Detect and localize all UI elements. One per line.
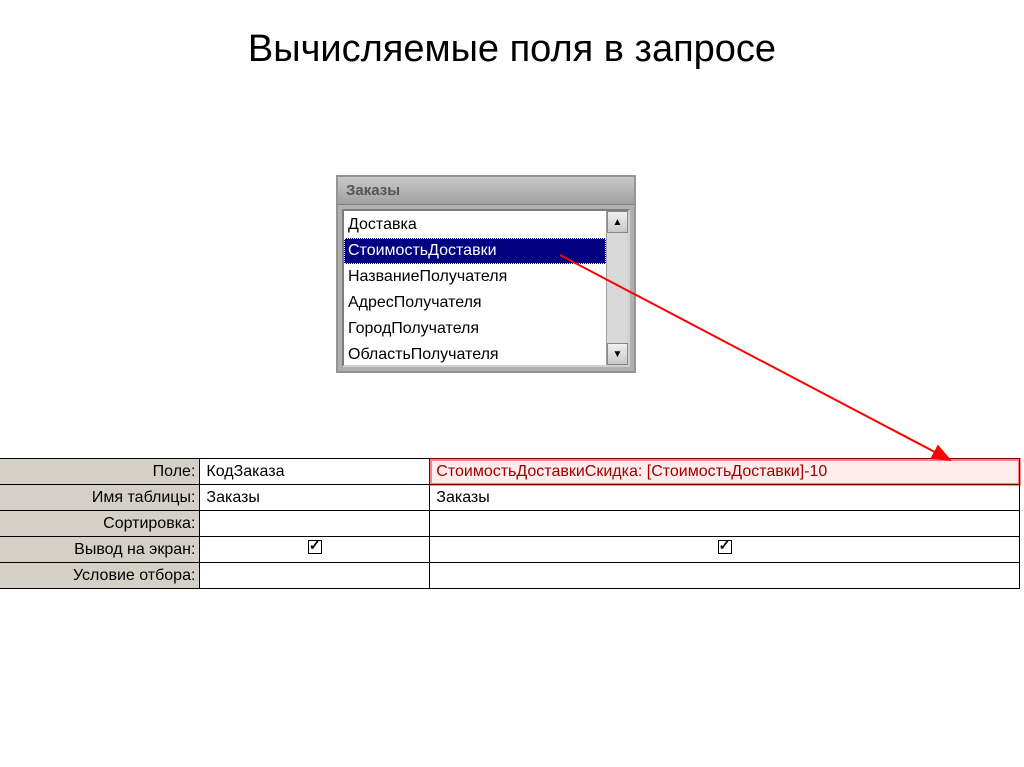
row-label-field: Поле:	[0, 459, 200, 485]
field-item[interactable]: НазваниеПолучателя	[344, 264, 606, 290]
table-title-bar: Заказы	[338, 177, 634, 205]
field-item[interactable]: АдресПолучателя	[344, 290, 606, 316]
grid-row-table: Имя таблицы: Заказы Заказы	[0, 485, 1020, 511]
cell-criteria-col2[interactable]	[430, 563, 1020, 589]
triangle-down-icon: ▼	[613, 349, 623, 360]
scroll-down-button[interactable]: ▼	[607, 343, 628, 365]
field-list[interactable]: ДоставкаСтоимостьДоставкиНазваниеПолучат…	[344, 211, 606, 365]
field-item[interactable]: ОбластьПолучателя	[344, 342, 606, 365]
cell-show-col2[interactable]	[430, 537, 1020, 563]
row-label-criteria: Условие отбора:	[0, 563, 200, 589]
cell-field-col1[interactable]: КодЗаказа	[200, 459, 430, 485]
cell-show-col1[interactable]	[200, 537, 430, 563]
slide-title: Вычисляемые поля в запросе	[0, 0, 1024, 71]
cell-sort-col1[interactable]	[200, 511, 430, 537]
query-design-grid: Поле: КодЗаказа СтоимостьДоставкиСкидка:…	[0, 458, 1020, 589]
grid-row-field: Поле: КодЗаказа СтоимостьДоставкиСкидка:…	[0, 459, 1020, 485]
grid-row-show: Вывод на экран:	[0, 537, 1020, 563]
table-body: ДоставкаСтоимостьДоставкиНазваниеПолучат…	[342, 209, 630, 367]
checkbox-icon[interactable]	[718, 540, 732, 554]
row-label-show: Вывод на экран:	[0, 537, 200, 563]
field-item[interactable]: Доставка	[344, 212, 606, 238]
scrollbar[interactable]: ▲ ▼	[606, 211, 628, 365]
cell-table-col2[interactable]: Заказы	[430, 485, 1020, 511]
field-item[interactable]: ГородПолучателя	[344, 316, 606, 342]
cell-table-col1[interactable]: Заказы	[200, 485, 430, 511]
row-label-sort: Сортировка:	[0, 511, 200, 537]
grid-row-sort: Сортировка:	[0, 511, 1020, 537]
cell-criteria-col1[interactable]	[200, 563, 430, 589]
cell-field-col2[interactable]: СтоимостьДоставкиСкидка: [СтоимостьДоста…	[430, 459, 1020, 485]
grid-row-criteria: Условие отбора:	[0, 563, 1020, 589]
triangle-up-icon: ▲	[613, 217, 623, 228]
arrow-annotation	[0, 0, 1024, 767]
field-item[interactable]: СтоимостьДоставки	[344, 238, 606, 264]
table-widget: Заказы ДоставкаСтоимостьДоставкиНазвание…	[336, 175, 636, 373]
scroll-up-button[interactable]: ▲	[607, 211, 628, 233]
checkbox-icon[interactable]	[308, 540, 322, 554]
row-label-table: Имя таблицы:	[0, 485, 200, 511]
cell-sort-col2[interactable]	[430, 511, 1020, 537]
